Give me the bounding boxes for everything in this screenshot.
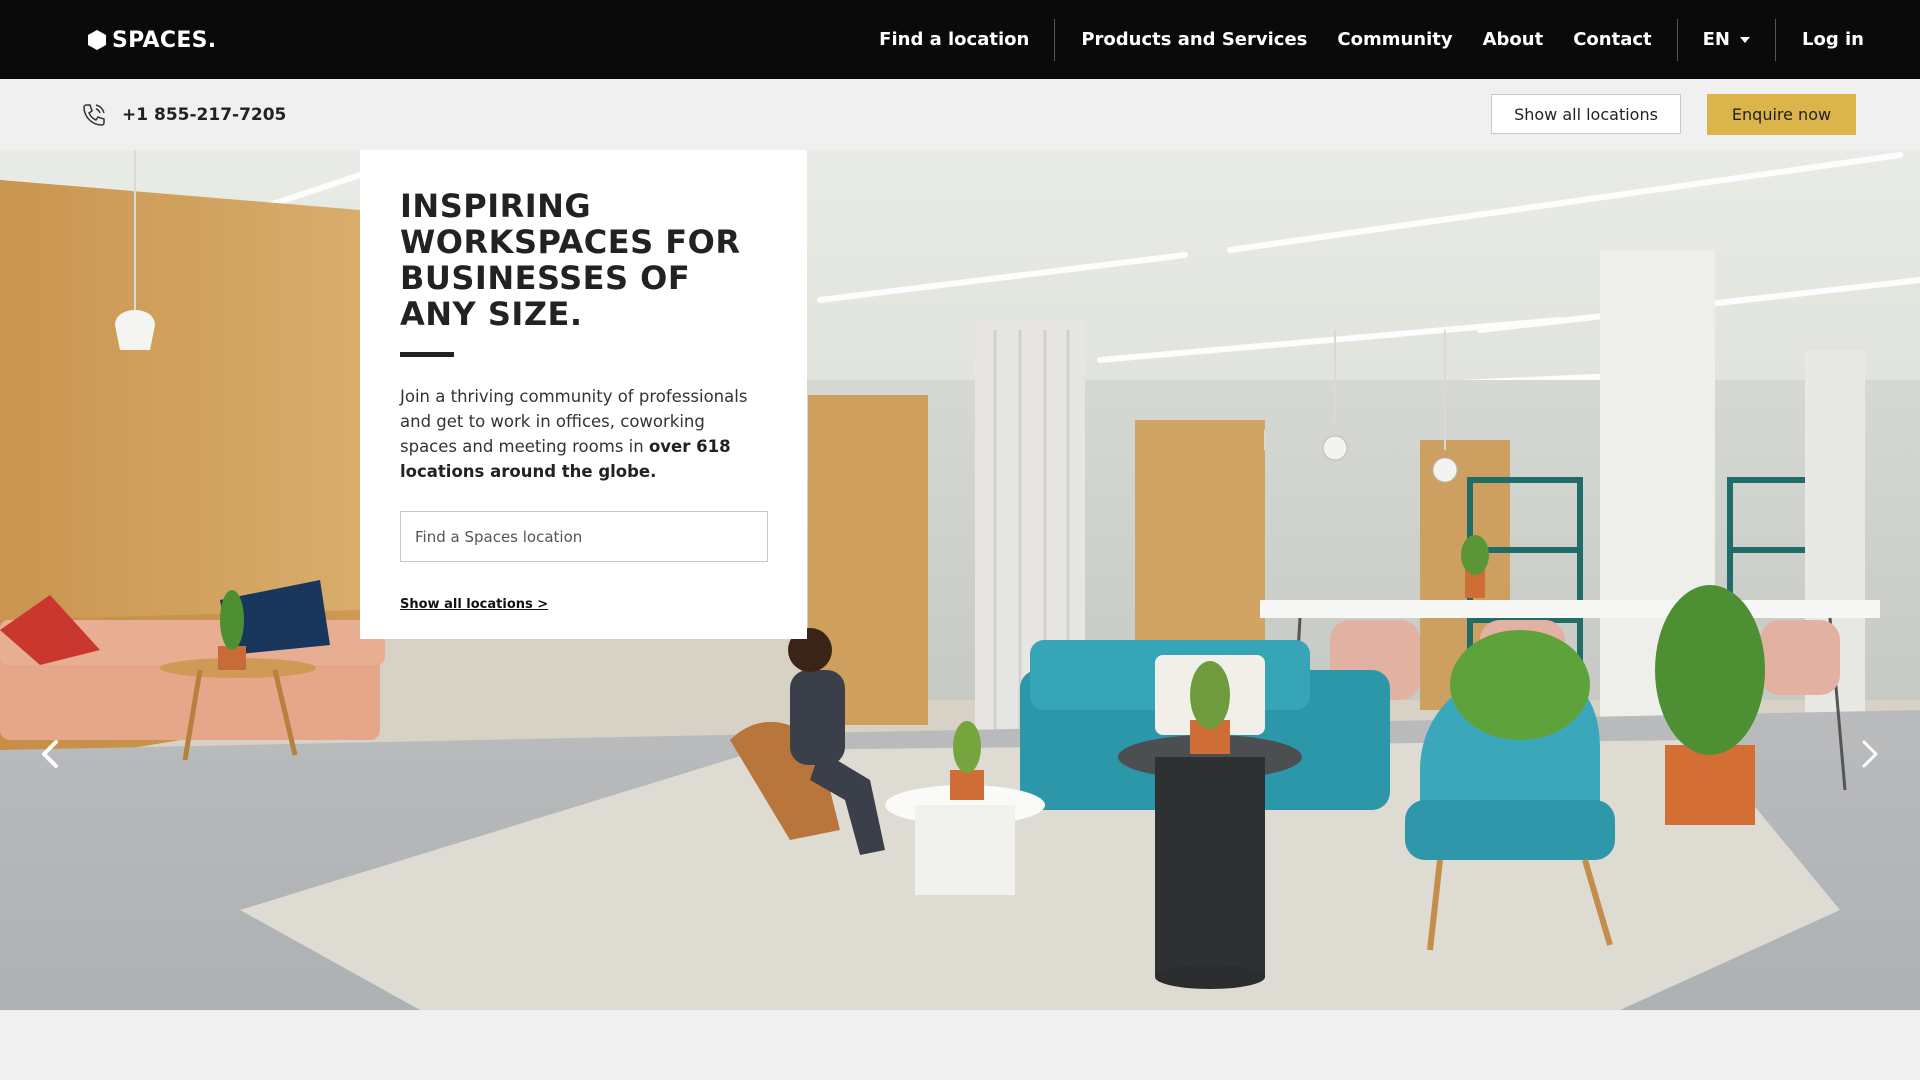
hero-carousel — [0, 150, 1920, 1010]
hero-title: INSPIRING WORKSPACES FOR BUSINESSES OF A… — [400, 187, 741, 333]
page: SPACES. Find a location Products and Ser… — [0, 0, 1920, 1080]
chevron-right-icon[interactable] — [1858, 736, 1882, 772]
content-area — [0, 1010, 1920, 1080]
nav-divider — [1775, 18, 1777, 61]
enquire-now-button[interactable]: Enquire now — [1707, 94, 1856, 135]
title-underline — [400, 352, 454, 357]
hero-intro-text: Join a thriving community of professiona… — [400, 384, 767, 484]
brand-logo[interactable]: SPACES. — [88, 25, 216, 55]
chevron-left-icon[interactable] — [38, 736, 62, 772]
show-all-locations-button[interactable]: Show all locations — [1491, 94, 1681, 134]
nav-divider — [1676, 18, 1678, 61]
hero-intro-card: INSPIRING WORKSPACES FOR BUSINESSES OF A… — [360, 150, 807, 639]
brand-name: SPACES. — [112, 27, 217, 53]
nav-contact[interactable]: Contact — [1573, 29, 1651, 50]
main-nav: Find a location Products and Services Co… — [879, 0, 1920, 79]
hero-office-image — [0, 150, 1920, 1010]
language-selector[interactable]: EN — [1702, 29, 1751, 50]
language-code: EN — [1702, 29, 1731, 50]
nav-find-location[interactable]: Find a location — [879, 29, 1029, 50]
show-all-locations-link[interactable]: Show all locations > — [400, 597, 548, 612]
phone-icon — [83, 104, 105, 126]
caret-down-icon — [1740, 36, 1751, 43]
nav-divider — [1054, 18, 1056, 61]
nav-about[interactable]: About — [1483, 29, 1544, 50]
nav-community[interactable]: Community — [1337, 29, 1452, 50]
phone-contact[interactable]: +1 855-217-7205 — [80, 101, 286, 129]
location-search-input[interactable] — [400, 511, 768, 562]
top-navigation: SPACES. Find a location Products and Ser… — [0, 0, 1920, 79]
nav-products-services[interactable]: Products and Services — [1081, 29, 1307, 50]
phone-number: +1 855-217-7205 — [122, 105, 287, 125]
spaces-logo-icon — [88, 30, 106, 50]
login-link[interactable]: Log in — [1802, 29, 1864, 50]
